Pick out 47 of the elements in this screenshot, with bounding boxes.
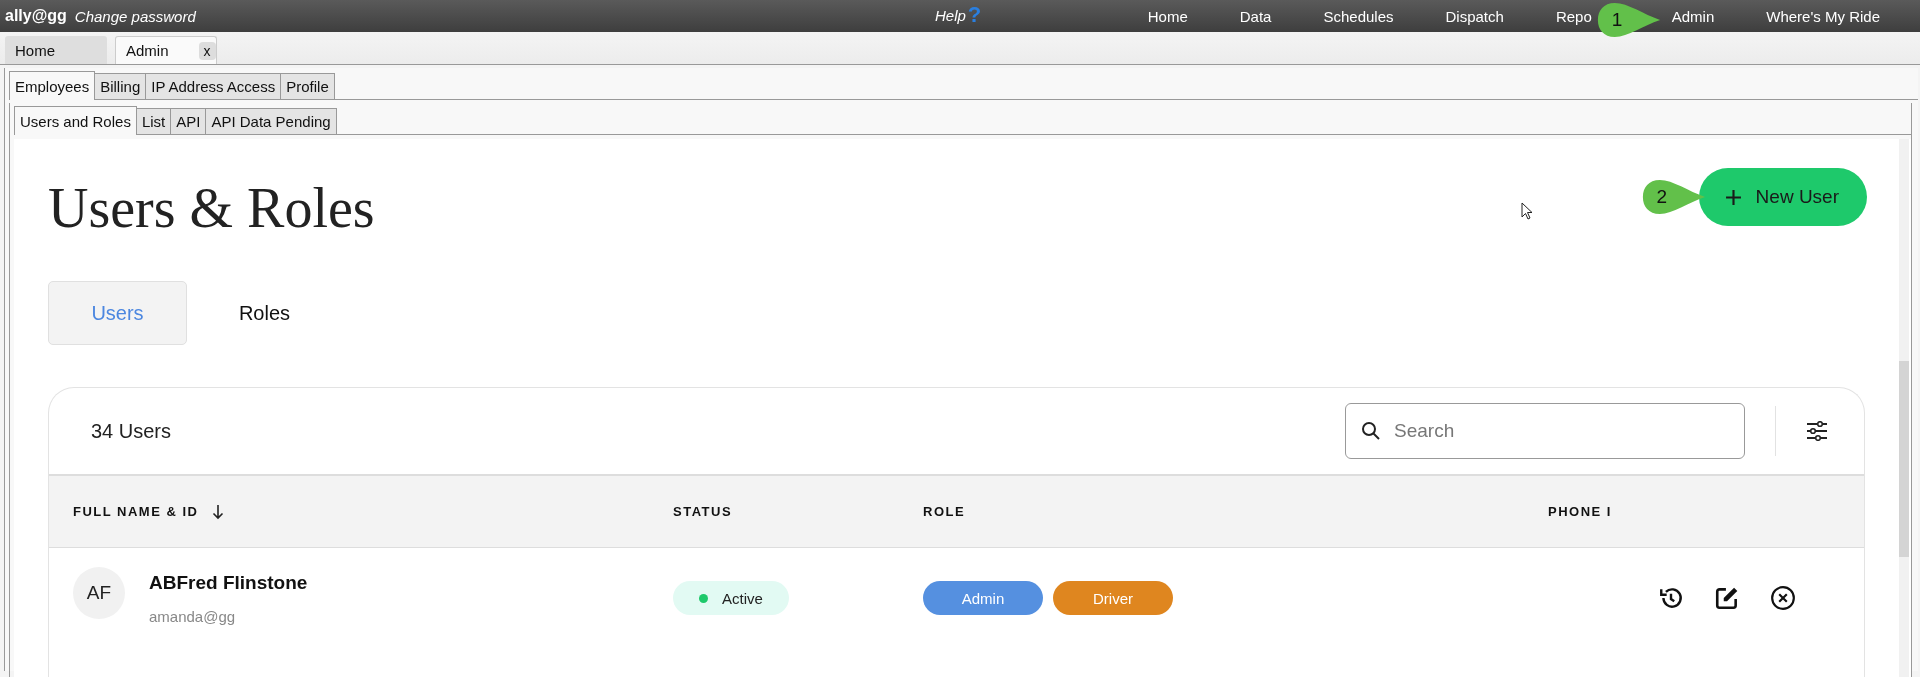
search-field[interactable]: Search [1345, 403, 1745, 459]
change-password-link[interactable]: Change password [74, 7, 196, 25]
user-count: 34 Users [91, 419, 172, 443]
mouse-pointer-icon [1520, 202, 1533, 220]
user-name: ally@gg [5, 7, 67, 25]
filter-sliders-icon[interactable] [1806, 421, 1828, 441]
help-link[interactable]: Help [935, 6, 966, 24]
view-tab[interactable]: Roles [195, 281, 334, 345]
column-header[interactable]: PHONE I [1548, 504, 1612, 519]
column-header[interactable]: STATUS [673, 504, 733, 519]
tab[interactable]: Profile [280, 73, 335, 99]
user-email: amanda@gg [149, 607, 237, 625]
role-tag: Admin [923, 581, 1043, 615]
avatar-initials: AF [73, 567, 125, 619]
close-tab-button[interactable]: x [198, 41, 216, 60]
tab[interactable]: Employees [9, 71, 96, 100]
callout-marker: 2 [1640, 178, 1707, 216]
nav-link[interactable]: Where's My Ride [1766, 7, 1880, 25]
nav-link[interactable]: Dispatch [1445, 7, 1504, 25]
document-tab[interactable]: Admin x [115, 36, 217, 64]
nav-link[interactable]: Home [1147, 7, 1188, 25]
role-tag: Driver [1053, 581, 1173, 615]
nav-link[interactable]: Repo [1555, 7, 1592, 25]
callout-marker: 1 [1595, 1, 1662, 39]
nav-link[interactable]: Data [1239, 7, 1272, 25]
search-icon [1361, 421, 1381, 441]
tab[interactable]: List [135, 108, 172, 134]
nav-link[interactable]: Admin [1671, 7, 1715, 25]
scrollbar-thumb[interactable] [1899, 361, 1909, 557]
nav-link[interactable]: Schedules [1323, 7, 1394, 25]
tab[interactable]: API Data Pending [205, 108, 337, 134]
history-icon[interactable] [1658, 585, 1684, 611]
status-badge: Active [673, 581, 789, 615]
edit-icon[interactable] [1714, 585, 1740, 611]
plus-icon [1724, 188, 1742, 206]
new-user-button[interactable]: New User [1698, 168, 1867, 226]
user-name[interactable]: ABFred Flinstone [149, 571, 308, 594]
document-tab[interactable]: Home [5, 36, 107, 64]
tab[interactable]: Billing [94, 73, 147, 99]
remove-icon[interactable] [1770, 585, 1796, 611]
column-header[interactable]: ROLE [923, 504, 966, 519]
tab[interactable]: API [170, 108, 207, 134]
column-header[interactable]: FULL NAME & ID [73, 504, 199, 519]
page-title: Users & Roles [48, 176, 375, 240]
tab[interactable]: IP Address Access [145, 73, 282, 99]
tab[interactable]: Users and Roles [14, 106, 137, 135]
sort-down-arrow-icon[interactable] [212, 503, 225, 520]
